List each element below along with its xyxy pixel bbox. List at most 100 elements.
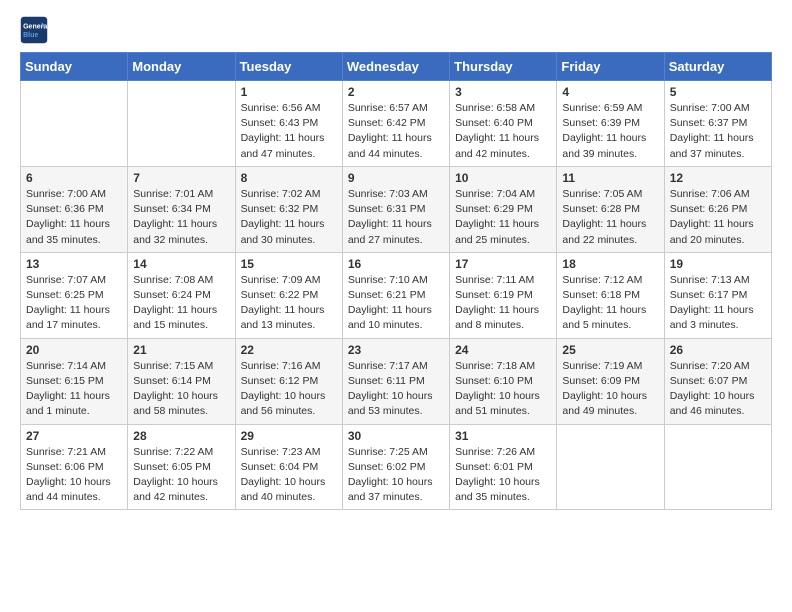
day-info: Sunrise: 7:25 AM Sunset: 6:02 PM Dayligh…: [348, 445, 444, 506]
day-cell: [557, 424, 664, 510]
day-info: Sunrise: 7:08 AM Sunset: 6:24 PM Dayligh…: [133, 273, 229, 334]
week-row-5: 27Sunrise: 7:21 AM Sunset: 6:06 PM Dayli…: [21, 424, 772, 510]
day-info: Sunrise: 7:05 AM Sunset: 6:28 PM Dayligh…: [562, 187, 658, 248]
day-info: Sunrise: 7:16 AM Sunset: 6:12 PM Dayligh…: [241, 359, 337, 420]
day-cell: 16Sunrise: 7:10 AM Sunset: 6:21 PM Dayli…: [342, 252, 449, 338]
day-info: Sunrise: 7:20 AM Sunset: 6:07 PM Dayligh…: [670, 359, 766, 420]
day-number: 25: [562, 343, 658, 357]
day-info: Sunrise: 6:56 AM Sunset: 6:43 PM Dayligh…: [241, 101, 337, 162]
column-header-friday: Friday: [557, 53, 664, 81]
day-cell: 27Sunrise: 7:21 AM Sunset: 6:06 PM Dayli…: [21, 424, 128, 510]
day-number: 28: [133, 429, 229, 443]
week-row-3: 13 Sunrise: 7:07 AM Sunset: 6:25 PM Dayli…: [21, 252, 772, 338]
day-cell: 20 Sunrise: 7:14 AM Sunset: 6:15 PM Dayli…: [21, 338, 128, 424]
day-cell: 10 Sunrise: 7:04 AM Sunset: 6:29 PM Dayli…: [450, 166, 557, 252]
day-info: Sunrise: 7:11 AM Sunset: 6:19 PM Dayligh…: [455, 273, 551, 334]
logo-icon: General Blue: [20, 16, 48, 44]
day-info: Sunrise: 6:57 AM Sunset: 6:42 PM Dayligh…: [348, 101, 444, 162]
day-info: Sunrise: 7:00 AM Sunset: 6:37 PM Dayligh…: [670, 101, 766, 162]
day-number: 22: [241, 343, 337, 357]
day-number: 31: [455, 429, 551, 443]
day-number: 12: [670, 171, 766, 185]
day-number: 7: [133, 171, 229, 185]
day-number: 8: [241, 171, 337, 185]
svg-text:Blue: Blue: [23, 32, 38, 39]
day-cell: 11 Sunrise: 7:05 AM Sunset: 6:28 PM Dayli…: [557, 166, 664, 252]
day-number: 23: [348, 343, 444, 357]
calendar-container: General Blue SundayMondayTuesdayWednesda…: [0, 0, 792, 530]
day-info: Sunrise: 7:14 AM Sunset: 6:15 PM Dayligh…: [26, 359, 122, 420]
day-cell: 5 Sunrise: 7:00 AM Sunset: 6:37 PM Daylig…: [664, 81, 771, 167]
day-number: 30: [348, 429, 444, 443]
day-number: 19: [670, 257, 766, 271]
day-number: 21: [133, 343, 229, 357]
day-number: 16: [348, 257, 444, 271]
day-info: Sunrise: 7:21 AM Sunset: 6:06 PM Dayligh…: [26, 445, 122, 506]
logo: General Blue: [20, 16, 52, 44]
day-cell: 26Sunrise: 7:20 AM Sunset: 6:07 PM Dayli…: [664, 338, 771, 424]
week-row-1: 1Sunrise: 6:56 AM Sunset: 6:43 PM Daylig…: [21, 81, 772, 167]
day-info: Sunrise: 7:15 AM Sunset: 6:14 PM Dayligh…: [133, 359, 229, 420]
column-header-sunday: Sunday: [21, 53, 128, 81]
day-info: Sunrise: 7:22 AM Sunset: 6:05 PM Dayligh…: [133, 445, 229, 506]
svg-text:General: General: [23, 23, 48, 30]
day-info: Sunrise: 7:01 AM Sunset: 6:34 PM Dayligh…: [133, 187, 229, 248]
column-header-monday: Monday: [128, 53, 235, 81]
day-cell: 7 Sunrise: 7:01 AM Sunset: 6:34 PM Daylig…: [128, 166, 235, 252]
day-cell: 12 Sunrise: 7:06 AM Sunset: 6:26 PM Dayli…: [664, 166, 771, 252]
column-header-thursday: Thursday: [450, 53, 557, 81]
day-info: Sunrise: 7:12 AM Sunset: 6:18 PM Dayligh…: [562, 273, 658, 334]
day-info: Sunrise: 7:09 AM Sunset: 6:22 PM Dayligh…: [241, 273, 337, 334]
header: General Blue: [20, 16, 772, 44]
calendar-table: SundayMondayTuesdayWednesdayThursdayFrid…: [20, 52, 772, 510]
day-info: Sunrise: 7:07 AM Sunset: 6:25 PM Dayligh…: [26, 273, 122, 334]
day-number: 3: [455, 85, 551, 99]
week-row-2: 6 Sunrise: 7:00 AM Sunset: 6:36 PM Daylig…: [21, 166, 772, 252]
column-header-wednesday: Wednesday: [342, 53, 449, 81]
week-row-4: 20 Sunrise: 7:14 AM Sunset: 6:15 PM Dayli…: [21, 338, 772, 424]
day-cell: 6 Sunrise: 7:00 AM Sunset: 6:36 PM Daylig…: [21, 166, 128, 252]
day-cell: 29 Sunrise: 7:23 AM Sunset: 6:04 PM Dayli…: [235, 424, 342, 510]
day-number: 29: [241, 429, 337, 443]
day-info: Sunrise: 7:04 AM Sunset: 6:29 PM Dayligh…: [455, 187, 551, 248]
day-info: Sunrise: 6:58 AM Sunset: 6:40 PM Dayligh…: [455, 101, 551, 162]
day-number: 24: [455, 343, 551, 357]
day-info: Sunrise: 6:59 AM Sunset: 6:39 PM Dayligh…: [562, 101, 658, 162]
day-cell: 4Sunrise: 6:59 AM Sunset: 6:39 PM Daylig…: [557, 81, 664, 167]
day-number: 5: [670, 85, 766, 99]
day-number: 2: [348, 85, 444, 99]
day-cell: 23 Sunrise: 7:17 AM Sunset: 6:11 PM Dayli…: [342, 338, 449, 424]
day-info: Sunrise: 7:06 AM Sunset: 6:26 PM Dayligh…: [670, 187, 766, 248]
day-info: Sunrise: 7:17 AM Sunset: 6:11 PM Dayligh…: [348, 359, 444, 420]
day-cell: 13 Sunrise: 7:07 AM Sunset: 6:25 PM Dayli…: [21, 252, 128, 338]
day-cell: 2 Sunrise: 6:57 AM Sunset: 6:42 PM Daylig…: [342, 81, 449, 167]
day-cell: 21 Sunrise: 7:15 AM Sunset: 6:14 PM Dayli…: [128, 338, 235, 424]
day-info: Sunrise: 7:02 AM Sunset: 6:32 PM Dayligh…: [241, 187, 337, 248]
day-info: Sunrise: 7:18 AM Sunset: 6:10 PM Dayligh…: [455, 359, 551, 420]
day-cell: 31Sunrise: 7:26 AM Sunset: 6:01 PM Dayli…: [450, 424, 557, 510]
day-cell: [128, 81, 235, 167]
day-cell: 30 Sunrise: 7:25 AM Sunset: 6:02 PM Dayli…: [342, 424, 449, 510]
day-number: 20: [26, 343, 122, 357]
day-cell: 22 Sunrise: 7:16 AM Sunset: 6:12 PM Dayli…: [235, 338, 342, 424]
day-number: 14: [133, 257, 229, 271]
day-cell: 15 Sunrise: 7:09 AM Sunset: 6:22 PM Dayli…: [235, 252, 342, 338]
day-cell: 17Sunrise: 7:11 AM Sunset: 6:19 PM Dayli…: [450, 252, 557, 338]
day-number: 18: [562, 257, 658, 271]
day-number: 6: [26, 171, 122, 185]
day-cell: 9Sunrise: 7:03 AM Sunset: 6:31 PM Daylig…: [342, 166, 449, 252]
day-cell: 1Sunrise: 6:56 AM Sunset: 6:43 PM Daylig…: [235, 81, 342, 167]
day-cell: 19 Sunrise: 7:13 AM Sunset: 6:17 PM Dayli…: [664, 252, 771, 338]
day-number: 13: [26, 257, 122, 271]
day-info: Sunrise: 7:23 AM Sunset: 6:04 PM Dayligh…: [241, 445, 337, 506]
day-number: 10: [455, 171, 551, 185]
day-number: 11: [562, 171, 658, 185]
day-cell: 18 Sunrise: 7:12 AM Sunset: 6:18 PM Dayli…: [557, 252, 664, 338]
day-info: Sunrise: 7:13 AM Sunset: 6:17 PM Dayligh…: [670, 273, 766, 334]
calendar-header-row: SundayMondayTuesdayWednesdayThursdayFrid…: [21, 53, 772, 81]
day-cell: [664, 424, 771, 510]
day-info: Sunrise: 7:19 AM Sunset: 6:09 PM Dayligh…: [562, 359, 658, 420]
day-number: 15: [241, 257, 337, 271]
day-info: Sunrise: 7:00 AM Sunset: 6:36 PM Dayligh…: [26, 187, 122, 248]
day-cell: 3 Sunrise: 6:58 AM Sunset: 6:40 PM Daylig…: [450, 81, 557, 167]
